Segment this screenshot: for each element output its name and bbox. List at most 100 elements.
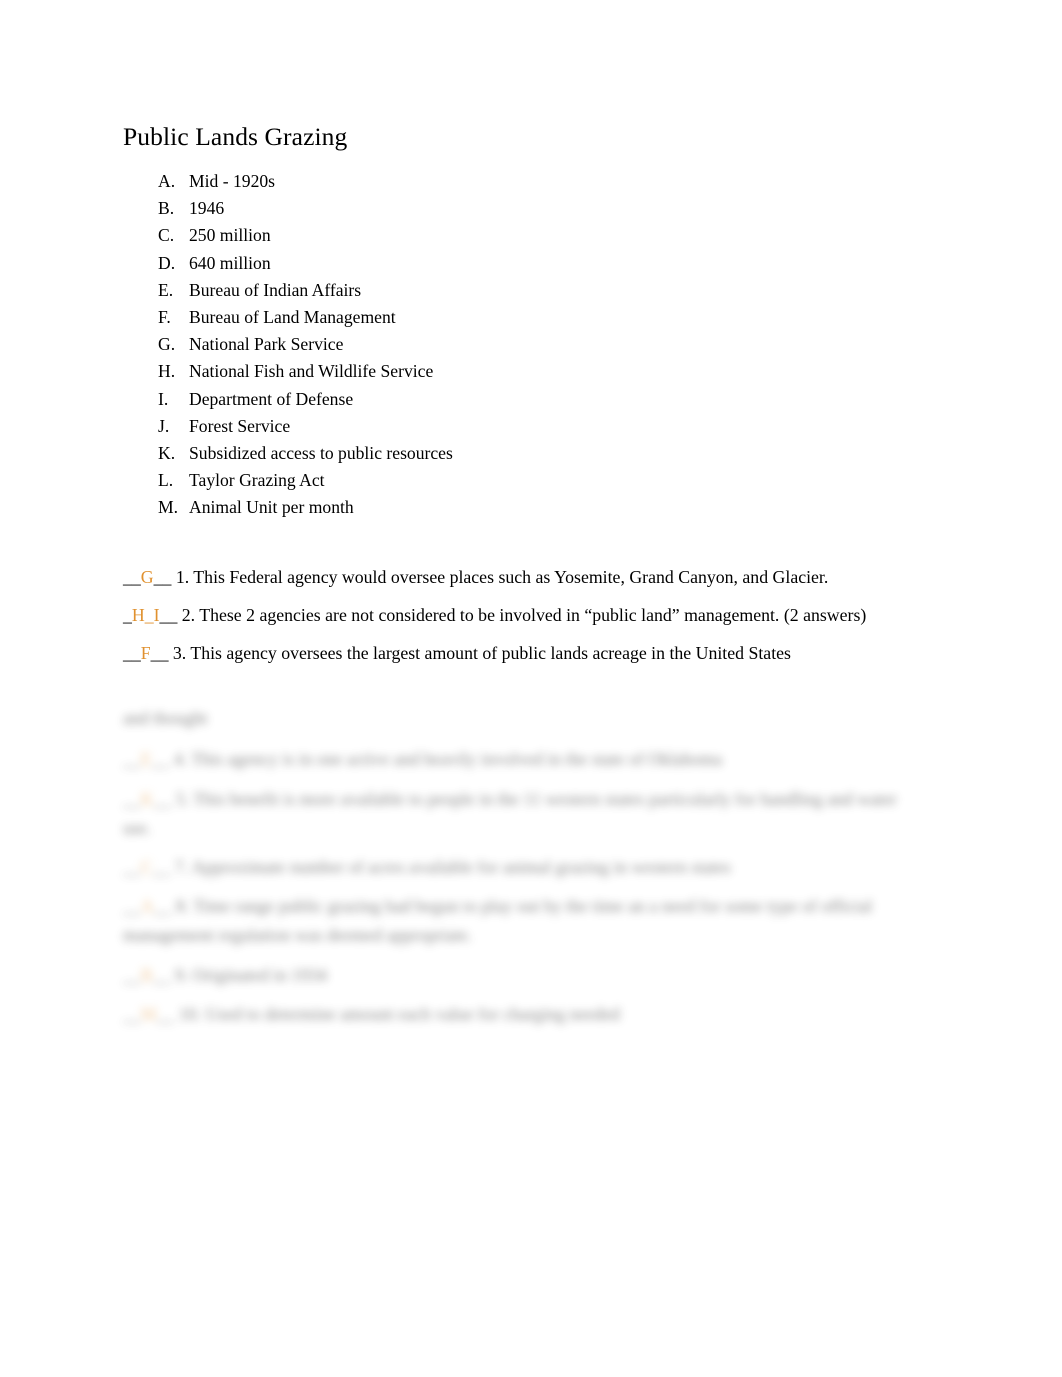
list-item: H. National Fish and Wildlife Service: [123, 358, 918, 385]
answer-letter: B: [140, 964, 153, 985]
obscured-question-item: __B__ 9. Originated in 1934: [123, 961, 918, 990]
obscured-heading: and thought: [123, 708, 208, 729]
blank-underscore-left: __: [123, 857, 141, 878]
list-item: I. Department of Defense: [123, 386, 918, 413]
list-item: C. 250 million: [123, 222, 918, 249]
list-item-label: Department of Defense: [189, 388, 354, 409]
list-item: L. Taylor Grazing Act: [123, 467, 918, 494]
list-item-label: Mid - 1920s: [189, 171, 276, 191]
blank-underscore-right: __: [152, 964, 171, 985]
list-item-label: Bureau of Land Management: [189, 307, 396, 328]
blank-underscore-right: __: [156, 1003, 175, 1024]
blank-underscore-left: __: [123, 566, 141, 587]
list-item-label: Subsidized access to public resources: [189, 443, 453, 464]
list-item-marker: L.: [158, 470, 174, 491]
question-text: 4. This agency is in one active and heav…: [169, 749, 723, 770]
list-item-label: 250 million: [189, 225, 271, 246]
blank-underscore-left: __: [123, 896, 141, 917]
list-item-label: National Fish and Wildlife Service: [189, 361, 434, 382]
answer-letter: F: [140, 643, 151, 664]
question-item: __G__ 1. This Federal agency would overs…: [123, 563, 918, 592]
answer-blank: __M__: [123, 1004, 174, 1024]
document-content: Public Lands Grazing A. Mid - 1920s B. 1…: [123, 122, 918, 1039]
blank-underscore-right: __: [152, 857, 171, 878]
list-item-marker: F.: [158, 307, 171, 328]
list-item-marker: A.: [158, 171, 176, 191]
blank-underscore-right: __: [153, 566, 172, 587]
answer-letter: E: [140, 749, 152, 770]
blank-underscore-right: __: [153, 896, 172, 917]
blank-underscore-left: __: [123, 643, 141, 664]
list-item-label: National Park Service: [189, 334, 344, 355]
answer-blank[interactable]: __F__: [123, 643, 168, 663]
list-item-marker: M.: [158, 497, 179, 518]
answer-letter: H_I: [131, 604, 160, 625]
obscured-question-item: __A__ 8. Time range public grazing had b…: [123, 892, 918, 950]
answer-letter: K: [140, 788, 154, 809]
answer-letter: A: [140, 896, 154, 917]
blank-underscore-right: __: [153, 788, 172, 809]
list-item-marker: G.: [158, 334, 176, 355]
obscured-question-item: __K__ 5. This benefit is more available …: [123, 785, 918, 843]
blank-underscore-right: __: [159, 604, 178, 625]
answer-blank: __C__: [123, 857, 170, 877]
blank-underscore-left: __: [123, 1003, 141, 1024]
blank-underscore-left: _: [123, 604, 132, 625]
list-item: G. National Park Service: [123, 331, 918, 358]
list-item: F. Bureau of Land Management: [123, 304, 918, 331]
answer-letter: G: [140, 566, 154, 587]
obscured-question-item: __M__ 10. Used to determine amount each …: [123, 1000, 918, 1029]
question-text: 7. Approximate number of acres available…: [170, 857, 731, 878]
page-title: Public Lands Grazing: [123, 122, 348, 151]
document-page: Public Lands Grazing A. Mid - 1920s B. 1…: [0, 0, 1062, 1377]
question-text: 8. Time range public grazing had begun t…: [123, 896, 873, 946]
list-item-marker: C.: [158, 225, 175, 246]
list-item-marker: E.: [158, 279, 174, 300]
question-text: 2. These 2 agencies are not considered t…: [177, 604, 867, 625]
question-text: 10. Used to determine amount each value …: [174, 1003, 620, 1024]
list-item-label: Animal Unit per month: [189, 497, 354, 518]
answer-blank: __A__: [123, 896, 171, 916]
question-text: 5. This benefit is more available to peo…: [123, 788, 897, 838]
list-item: K. Subsidized access to public resources: [123, 440, 918, 467]
list-item-label: Forest Service: [189, 415, 291, 436]
answer-blank[interactable]: __G__: [123, 567, 171, 587]
list-item: D. 640 million: [123, 250, 918, 277]
answer-blank: __K__: [123, 789, 171, 809]
question-item: _H_I__ 2. These 2 agencies are not consi…: [123, 601, 918, 630]
blank-underscore-left: __: [123, 964, 141, 985]
obscured-question-item: __C__ 7. Approximate number of acres ava…: [123, 853, 918, 882]
list-item-marker: J.: [158, 415, 170, 436]
question-text: 3. This agency oversees the largest amou…: [168, 643, 791, 664]
list-item: E. Bureau of Indian Affairs: [123, 277, 918, 304]
blank-underscore-right: __: [151, 749, 170, 770]
obscured-question-item: __E__ 4. This agency is in one active an…: [123, 745, 918, 774]
list-item-marker: K.: [158, 443, 176, 464]
obscured-preview-section: and thought __E__ 4. This agency is in o…: [123, 704, 918, 1029]
list-item: M. Animal Unit per month: [123, 494, 918, 521]
list-item-label: 1946: [189, 198, 225, 219]
answer-blank: __B__: [123, 965, 170, 985]
answer-blank: __E__: [123, 749, 169, 769]
list-item: A. Mid - 1920s: [123, 168, 918, 195]
list-item-marker: B.: [158, 198, 175, 219]
list-item-label: Taylor Grazing Act: [189, 470, 325, 491]
blank-underscore-right: __: [150, 643, 169, 664]
list-item-label: 640 million: [189, 252, 271, 273]
list-item: B. 1946: [123, 195, 918, 222]
question-item: __F__ 3. This agency oversees the larges…: [123, 639, 918, 668]
questions-section: __G__ 1. This Federal agency would overs…: [123, 563, 918, 669]
answer-letter: C: [140, 857, 153, 878]
blank-underscore-left: __: [123, 788, 141, 809]
answer-letter: M: [140, 1003, 157, 1024]
question-text: 1. This Federal agency would oversee pla…: [171, 566, 829, 587]
list-item-marker: D.: [158, 252, 176, 273]
list-item-marker: H.: [158, 361, 176, 382]
question-text: 9. Originated in 1934: [170, 964, 327, 985]
blank-underscore-left: __: [123, 749, 141, 770]
lettered-options-list: A. Mid - 1920s B. 1946 C. 250 million D.…: [123, 168, 918, 522]
list-item: J. Forest Service: [123, 413, 918, 440]
list-item-label: Bureau of Indian Affairs: [189, 279, 362, 300]
list-item-marker: I.: [158, 388, 169, 409]
answer-blank[interactable]: _H_I__: [123, 605, 177, 625]
